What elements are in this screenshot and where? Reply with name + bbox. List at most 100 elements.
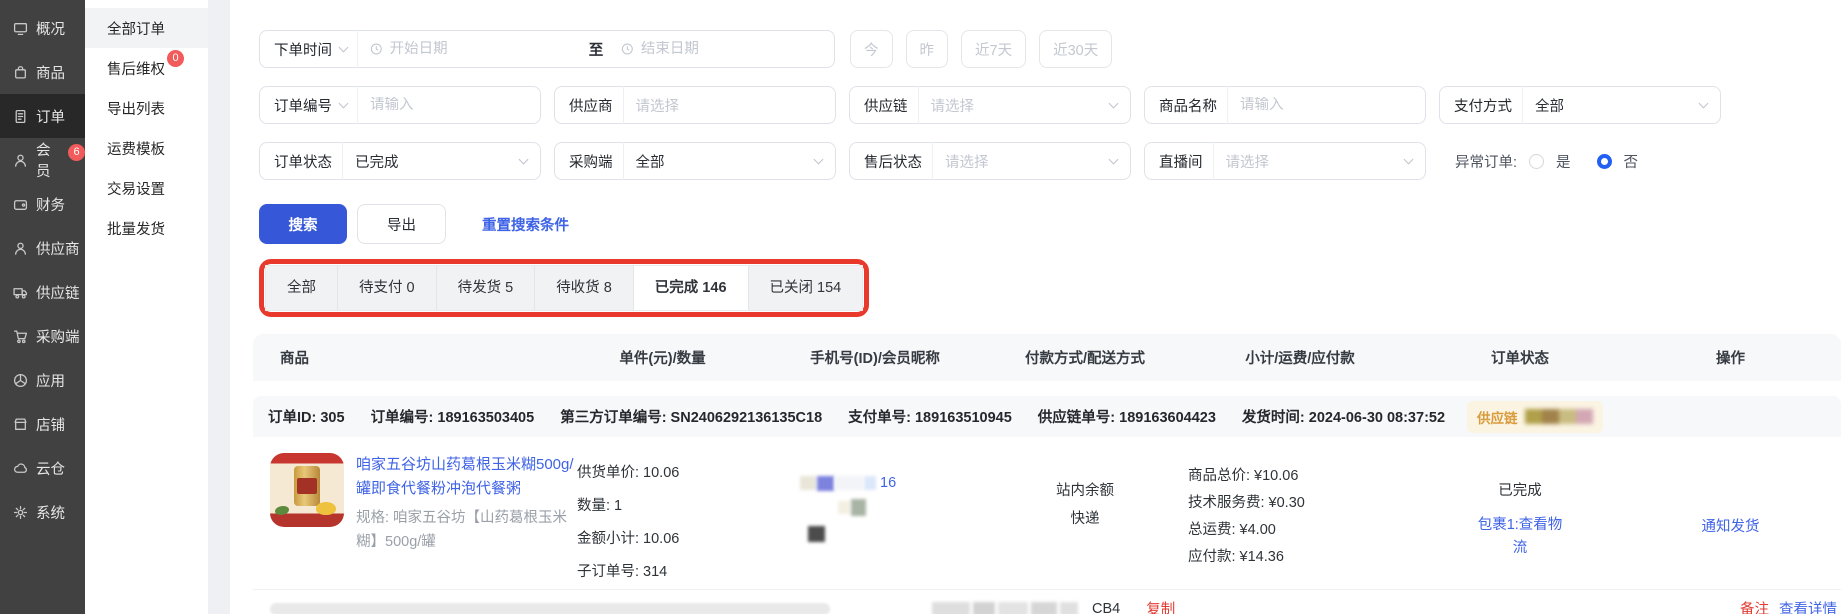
remark-link[interactable]: 备注: [1740, 598, 1769, 614]
abnormal-yes-radio[interactable]: [1529, 154, 1544, 169]
tab-pending-receipt[interactable]: 待收货 8: [535, 266, 634, 310]
aftersale-status-label: 售后状态: [864, 151, 922, 172]
product-leaf-graphic: [275, 506, 289, 515]
live-room-label: 直播间: [1159, 151, 1203, 172]
third-party-order-number: 第三方订单编号: SN2406292136135C18: [560, 406, 822, 427]
orders-submenu: 全部订单 售后维权 0 导出列表 运费模板 交易设置 批量发货: [85, 0, 208, 614]
aftersale-status-filter: 售后状态 请选择: [849, 142, 1131, 180]
sidebar-item-apps[interactable]: 应用: [0, 358, 85, 402]
aftersale-status-select[interactable]: 请选择: [933, 151, 1110, 172]
product-info: 咱家五谷坊山药葛根玉米糊500g/罐即食代餐粉冲泡代餐粥 规格: 咱家五谷坊【山…: [356, 453, 578, 589]
goods-total: 商品总价: ¥10.06: [1188, 463, 1420, 490]
copy-address-link[interactable]: 复制: [1146, 598, 1175, 614]
sidebar-item-supply-chain[interactable]: 供应链: [0, 270, 85, 314]
sidebar-item-supplier[interactable]: 供应商: [0, 226, 85, 270]
product-name-input[interactable]: [1240, 97, 1413, 113]
abnormal-order-label: 异常订单:: [1455, 151, 1517, 172]
live-room-placeholder: 请选择: [1226, 151, 1270, 172]
amounts-cell: 商品总价: ¥10.06 技术服务费: ¥0.30 总运费: ¥4.00 应付款…: [1180, 453, 1420, 589]
end-date-field[interactable]: [609, 41, 834, 57]
abnormal-no-label[interactable]: 否: [1624, 151, 1639, 172]
export-button[interactable]: 导出: [357, 204, 446, 244]
procurement-value: 全部: [636, 151, 665, 172]
order-row: 咱家五谷坊山药葛根玉米糊500g/罐即食代餐粉冲泡代餐粥 规格: 咱家五谷坊【山…: [253, 437, 1841, 589]
member-cell: 16: [760, 453, 990, 589]
cloud-icon: [13, 461, 28, 476]
order-footer-actions: 备注 查看详情: [1740, 598, 1837, 614]
submenu-item-export-list[interactable]: 导出列表: [85, 88, 208, 128]
order-no-input[interactable]: [370, 97, 528, 113]
search-button[interactable]: 搜索: [259, 204, 347, 244]
aftersale-status-placeholder: 请选择: [945, 151, 989, 172]
col-header-product: 商品: [253, 347, 565, 368]
reset-filters-link[interactable]: 重置搜索条件: [482, 214, 569, 235]
supply-chain-tag: 供应链: [1467, 401, 1603, 433]
payment-cell: 站内余额 快递: [990, 453, 1180, 589]
red-annotation-box: 全部 待支付 0 待发货 5 待收货 8 已完成 146 已关闭 154: [259, 259, 869, 317]
view-detail-link[interactable]: 查看详情: [1779, 598, 1837, 614]
tab-completed[interactable]: 已完成 146: [634, 266, 749, 310]
end-date-input[interactable]: [641, 41, 822, 57]
payment-number: 支付单号: 189163510945: [848, 406, 1012, 427]
tab-pending-payment[interactable]: 待支付 0: [338, 266, 437, 310]
pay-method-label: 支付方式: [1454, 95, 1512, 116]
sidebar-item-system[interactable]: 系统: [0, 490, 85, 534]
order-no-field-select[interactable]: 订单编号: [260, 95, 357, 116]
sidebar-item-overview[interactable]: 概况: [0, 6, 85, 50]
live-room-select[interactable]: 请选择: [1214, 151, 1406, 172]
sidebar-item-orders[interactable]: 订单: [0, 94, 85, 138]
product-spec: 规格: 咱家五谷坊【山药葛根玉米糊】500g/罐: [356, 506, 578, 554]
sidebar-item-store[interactable]: 店铺: [0, 402, 85, 446]
product-image[interactable]: [270, 453, 344, 527]
delivery-method: 快递: [990, 505, 1180, 533]
sidebar-item-cloud-warehouse[interactable]: 云仓: [0, 446, 85, 490]
notify-ship-link[interactable]: 通知发货: [1702, 519, 1760, 535]
order-state: 已完成: [1420, 479, 1620, 500]
supply-chain-number: 供应链单号: 189163604423: [1038, 406, 1216, 427]
quick-range-yesterday-button[interactable]: 昨: [906, 30, 949, 68]
amount-subtotal: 金额小计: 10.06: [577, 523, 760, 556]
chevron-down-icon: [1109, 155, 1119, 165]
col-header-status: 订单状态: [1420, 347, 1620, 368]
tab-all[interactable]: 全部: [266, 266, 338, 310]
payment-method: 站内余额: [990, 477, 1180, 505]
supply-chain-select[interactable]: 请选择: [919, 95, 1111, 116]
order-status-value: 已完成: [355, 151, 399, 172]
col-header-member: 手机号(ID)/会员昵称: [760, 347, 990, 368]
tab-pending-shipment[interactable]: 待发货 5: [437, 266, 536, 310]
package-logistics-link[interactable]: 包裹1:查看物流: [1472, 514, 1568, 560]
sidebar-item-members[interactable]: 会员 6: [0, 138, 85, 182]
sub-order-number: 子订单号: 314: [577, 556, 760, 589]
sidebar-item-procurement[interactable]: 采购端: [0, 314, 85, 358]
chevron-down-icon: [339, 43, 349, 53]
supplier-select[interactable]: 请选择: [624, 95, 836, 116]
sidebar-item-goods[interactable]: 商品: [0, 50, 85, 94]
order-status-select[interactable]: 已完成: [343, 151, 520, 172]
supplier-placeholder: 请选择: [636, 95, 680, 116]
gear-icon: [13, 505, 28, 520]
sidebar-item-finance[interactable]: 财务: [0, 182, 85, 226]
quick-range-30days-button[interactable]: 近30天: [1039, 30, 1112, 68]
order-no-label: 订单编号: [274, 95, 332, 116]
pay-method-select[interactable]: 全部: [1523, 95, 1700, 116]
quick-range-today-button[interactable]: 今: [850, 30, 893, 68]
tab-closed[interactable]: 已关闭 154: [749, 266, 863, 310]
submenu-item-all-orders[interactable]: 全部订单: [85, 8, 208, 48]
start-date-field[interactable]: [358, 41, 583, 57]
abnormal-yes-label[interactable]: 是: [1556, 151, 1571, 172]
submenu-item-trade-settings[interactable]: 交易设置: [85, 168, 208, 208]
quick-range-7days-button[interactable]: 近7天: [961, 30, 1026, 68]
submenu-item-label: 导出列表: [107, 98, 165, 119]
submenu-item-aftersale[interactable]: 售后维权 0: [85, 48, 208, 88]
member-nickname-blur: [800, 499, 950, 516]
chevron-down-icon: [339, 99, 349, 109]
date-field-select[interactable]: 下单时间: [260, 39, 357, 60]
procurement-select[interactable]: 全部: [624, 151, 816, 172]
abnormal-no-radio[interactable]: [1597, 154, 1612, 169]
product-name-link[interactable]: 咱家五谷坊山药葛根玉米糊500g/罐即食代餐粉冲泡代餐粥: [356, 453, 578, 501]
start-date-input[interactable]: [390, 41, 571, 57]
orders-table: 商品 单件(元)/数量 手机号(ID)/会员昵称 付款方式/配送方式 小计/运费…: [253, 334, 1841, 614]
submenu-item-freight-template[interactable]: 运费模板: [85, 128, 208, 168]
submenu-item-batch-ship[interactable]: 批量发货: [85, 208, 208, 248]
product-bowl-graphic: [316, 502, 336, 515]
